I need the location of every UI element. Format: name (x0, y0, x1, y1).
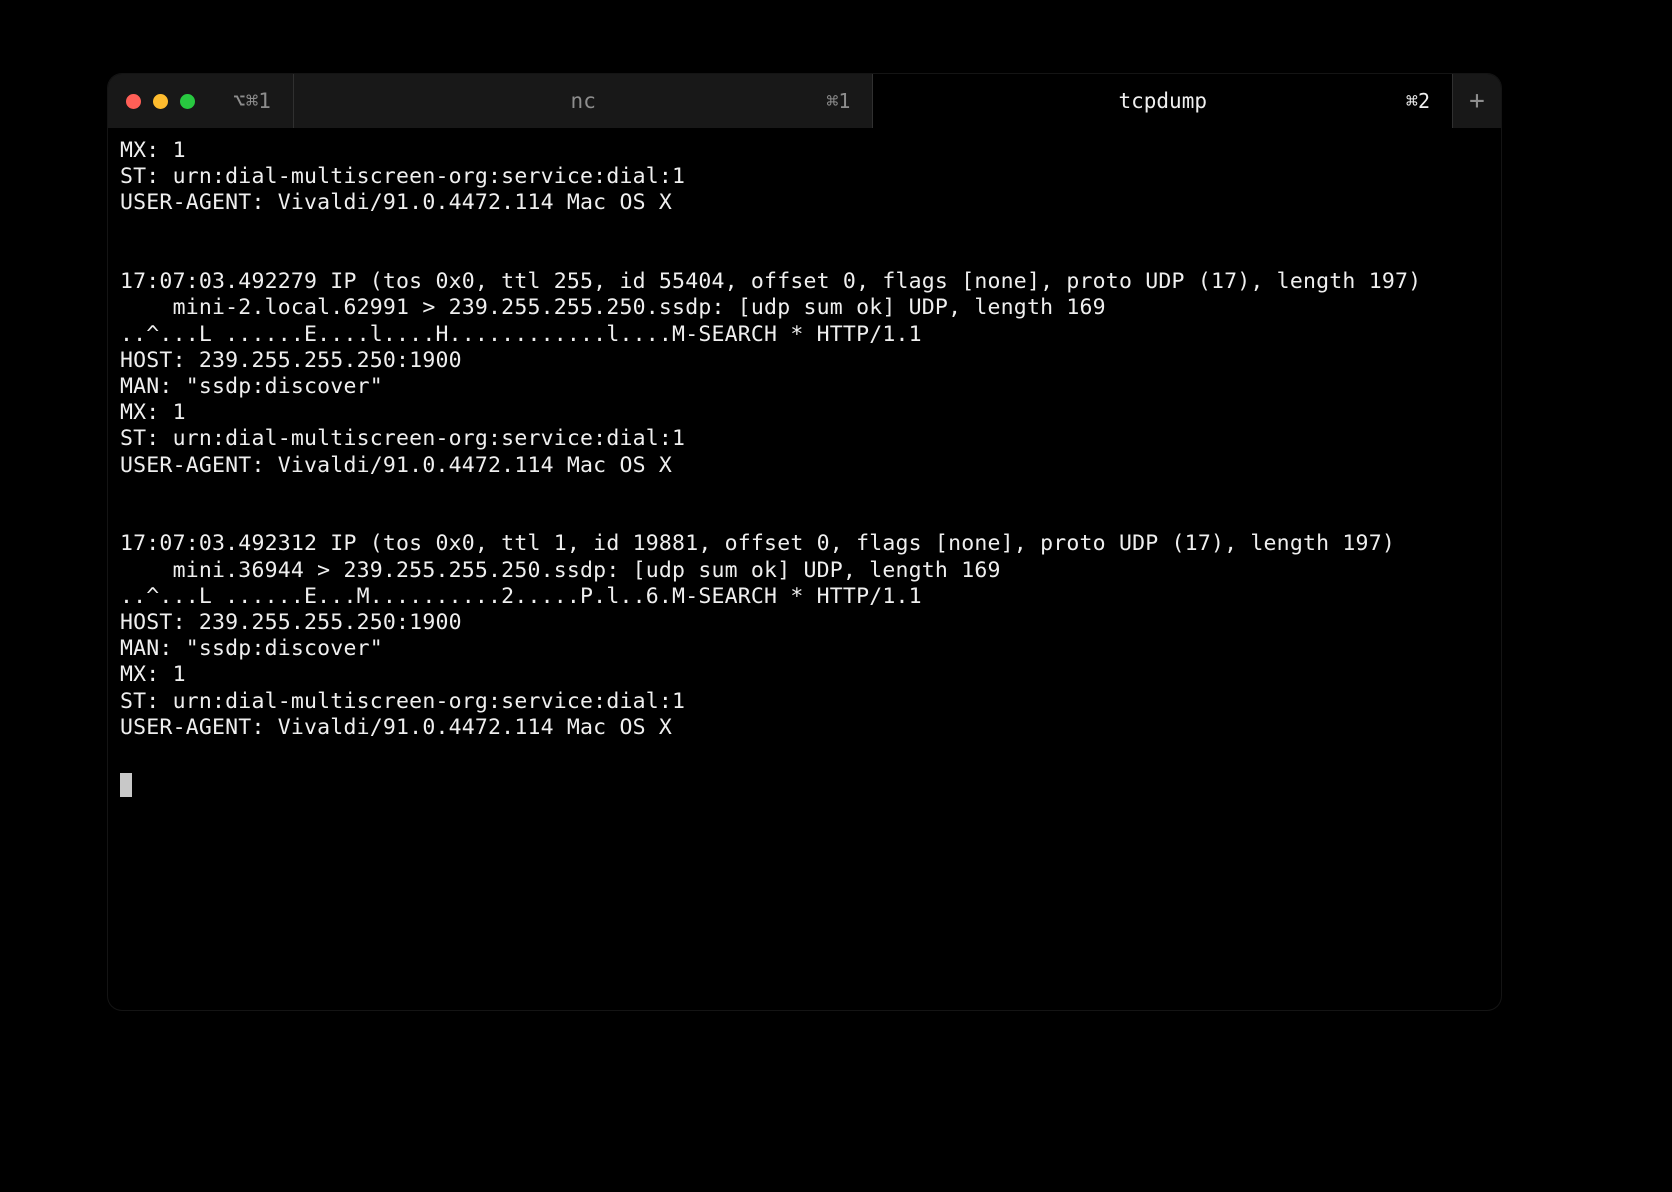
tab-title: tcpdump (1118, 89, 1207, 113)
close-icon[interactable] (126, 94, 141, 109)
tab-tcpdump[interactable]: tcpdump ⌘2 (872, 74, 1452, 128)
tab-shortcut-label: ⌘2 (1406, 89, 1430, 113)
terminal-body[interactable]: MX: 1 ST: urn:dial-multiscreen-org:servi… (108, 128, 1501, 1010)
cursor-block-icon (120, 773, 132, 797)
tabs: nc ⌘1 tcpdump ⌘2 (293, 74, 1452, 128)
terminal-window: ⌥⌘1 nc ⌘1 tcpdump ⌘2 + MX: 1 ST: urn:dia… (108, 74, 1501, 1010)
terminal-output: MX: 1 ST: urn:dial-multiscreen-org:servi… (120, 138, 1489, 767)
window-shortcut-label: ⌥⌘1 (195, 74, 271, 128)
plus-icon: + (1469, 86, 1485, 116)
minimize-icon[interactable] (153, 94, 168, 109)
zoom-icon[interactable] (180, 94, 195, 109)
tab-title: nc (571, 89, 596, 113)
new-tab-button[interactable]: + (1452, 74, 1501, 128)
traffic-lights (108, 74, 195, 128)
tab-nc[interactable]: nc ⌘1 (293, 74, 873, 128)
titlebar[interactable]: ⌥⌘1 nc ⌘1 tcpdump ⌘2 + (108, 74, 1501, 128)
tab-shortcut-label: ⌘1 (826, 89, 850, 113)
